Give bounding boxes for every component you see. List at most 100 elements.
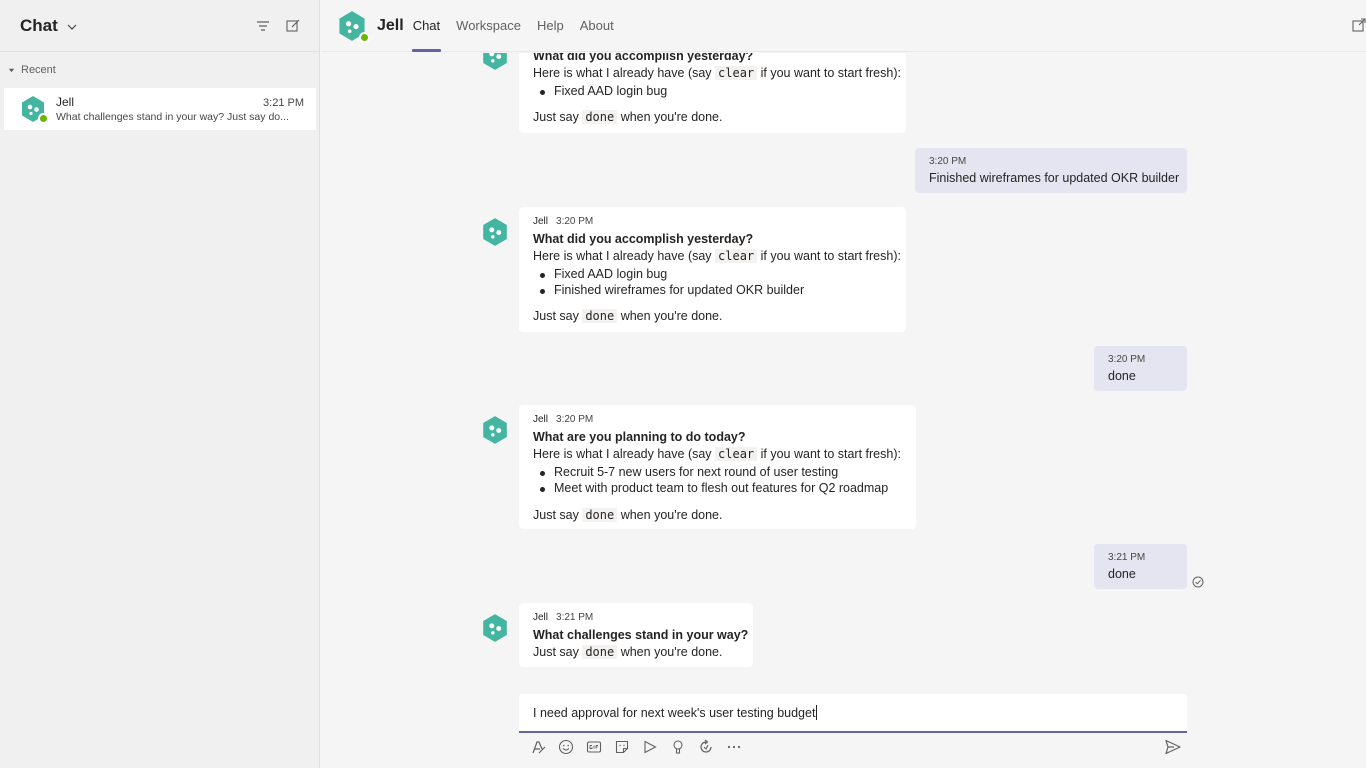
chat-list-header: Chat	[0, 0, 319, 52]
message-intro: Here is what I already have (say clear i…	[533, 447, 901, 461]
presence-available-icon	[38, 113, 49, 124]
message-time: 3:20 PM	[556, 216, 594, 227]
message-text: done	[1108, 567, 1136, 581]
inline-code: clear	[715, 249, 758, 263]
chevron-down-icon[interactable]	[66, 20, 78, 32]
message-done-hint: Just say done when you're done.	[533, 309, 722, 323]
message-meta: Jell 3:21 PM	[533, 612, 593, 623]
avatar	[480, 415, 510, 445]
chat-header: Jell Chat Workspace Help About	[321, 0, 1366, 52]
message-meta: Jell 3:20 PM	[533, 216, 593, 227]
presence-available-icon	[359, 31, 370, 43]
text-caret	[816, 705, 818, 720]
chat-list-name: Jell	[56, 95, 75, 109]
hint-text: when you're done.	[617, 110, 723, 124]
format-icon[interactable]	[529, 738, 547, 756]
bot-message-card: What did you accomplish yesterday? Here …	[519, 53, 906, 133]
jell-bot-icon	[483, 218, 507, 246]
meet-now-icon[interactable]	[641, 738, 659, 756]
pop-out-icon[interactable]	[1352, 18, 1366, 32]
jell-bot-icon	[483, 53, 507, 70]
inline-code: done	[582, 110, 618, 124]
message-intro: Here is what I already have (say clear i…	[533, 66, 901, 80]
recent-section-label: Recent	[21, 64, 56, 76]
message-time: 3:20 PM	[1108, 354, 1146, 365]
chat-list-time: 3:21 PM	[263, 97, 304, 109]
bot-message-card: Jell 3:20 PM What did you accomplish yest…	[519, 207, 906, 332]
hint-text: when you're done.	[617, 508, 723, 522]
chat-list-preview: What challenges stand in your way? Just …	[56, 111, 289, 123]
intro-text: if you want to start fresh):	[757, 66, 901, 80]
hint-text: when you're done.	[617, 309, 723, 323]
intro-text: if you want to start fresh):	[757, 249, 901, 263]
tab-about[interactable]: About	[579, 0, 615, 52]
my-message: 3:21 PM done	[1094, 544, 1187, 589]
chat-list-pane: Chat Recent Jell 3:21 PM What challenges…	[0, 0, 320, 768]
chat-list-item-jell[interactable]: Jell 3:21 PM What challenges stand in yo…	[4, 88, 316, 130]
emoji-icon[interactable]	[557, 738, 575, 756]
message-done-hint: Just say done when you're done.	[533, 645, 722, 659]
list-item: Meet with product team to flesh out feat…	[519, 481, 888, 495]
gif-icon[interactable]	[585, 738, 603, 756]
message-time: 3:21 PM	[1108, 552, 1146, 563]
send-button[interactable]	[1164, 738, 1182, 756]
message-time: 3:21 PM	[556, 612, 594, 623]
avatar	[480, 217, 510, 247]
praise-icon[interactable]	[669, 738, 687, 756]
item-list: Fixed AAD login bug	[519, 84, 667, 98]
inline-code: clear	[715, 447, 758, 461]
filter-icon[interactable]	[255, 18, 271, 34]
message-list[interactable]: What did you accomplish yesterday? Here …	[321, 53, 1366, 693]
message-intro: Here is what I already have (say clear i…	[533, 249, 901, 263]
bot-message-card: Jell 3:21 PM What challenges stand in you…	[519, 603, 753, 667]
bot-message-card: Jell 3:20 PM What are you planning to do …	[519, 405, 916, 529]
compose-box[interactable]: I need approval for next week's user tes…	[519, 694, 1187, 733]
hint-text: Just say	[533, 645, 583, 659]
inline-code: done	[582, 645, 618, 659]
avatar[interactable]	[336, 10, 370, 43]
message-done-hint: Just say done when you're done.	[533, 508, 722, 522]
avatar	[480, 613, 510, 643]
message-text: Finished wireframes for updated OKR buil…	[929, 171, 1180, 185]
item-list: Fixed AAD login bug Finished wireframes …	[519, 267, 804, 297]
caret-down-icon	[8, 68, 15, 72]
new-chat-icon[interactable]	[285, 18, 301, 34]
recent-section-header[interactable]: Recent	[0, 52, 319, 88]
message-meta: Jell 3:20 PM	[533, 414, 593, 425]
message-time: 3:20 PM	[929, 156, 967, 167]
my-message: 3:20 PM Finished wireframes for updated …	[915, 148, 1187, 193]
chat-pane-title: Chat	[20, 15, 58, 35]
message-question: What challenges stand in your way?	[533, 628, 749, 642]
send-icon	[1165, 739, 1181, 755]
message-question: What did you accomplish yesterday?	[533, 53, 754, 63]
compose-input-text[interactable]: I need approval for next week's user tes…	[533, 706, 815, 720]
intro-text: Here is what I already have (say	[533, 249, 716, 263]
intro-text: if you want to start fresh):	[757, 447, 901, 461]
list-item: Recruit 5-7 new users for next round of …	[519, 465, 888, 479]
avatar	[480, 53, 510, 71]
more-options-icon[interactable]	[725, 738, 743, 756]
message-question: What are you planning to do today?	[533, 430, 746, 444]
inline-code: clear	[715, 66, 758, 80]
intro-text: Here is what I already have (say	[533, 66, 716, 80]
loop-icon[interactable]	[697, 738, 715, 756]
compose-toolbar	[529, 737, 753, 757]
tab-chat[interactable]: Chat	[411, 0, 442, 52]
message-question: What did you accomplish yesterday?	[533, 232, 754, 246]
message-sender: Jell	[533, 414, 549, 425]
avatar	[19, 95, 49, 124]
tab-workspace[interactable]: Workspace	[455, 0, 522, 52]
list-item: Fixed AAD login bug	[519, 267, 804, 281]
my-message: 3:20 PM done	[1094, 346, 1187, 391]
item-list: Recruit 5-7 new users for next round of …	[519, 465, 888, 495]
bot-name: Jell	[377, 16, 404, 34]
list-item: Fixed AAD login bug	[519, 84, 667, 98]
intro-text: Here is what I already have (say	[533, 447, 716, 461]
list-item: Finished wireframes for updated OKR buil…	[519, 283, 804, 297]
sticker-icon[interactable]	[613, 738, 631, 756]
tab-help[interactable]: Help	[536, 0, 565, 52]
jell-bot-icon	[483, 614, 507, 642]
hint-text: Just say	[533, 110, 583, 124]
message-text: done	[1108, 369, 1136, 383]
message-time: 3:20 PM	[556, 414, 594, 425]
